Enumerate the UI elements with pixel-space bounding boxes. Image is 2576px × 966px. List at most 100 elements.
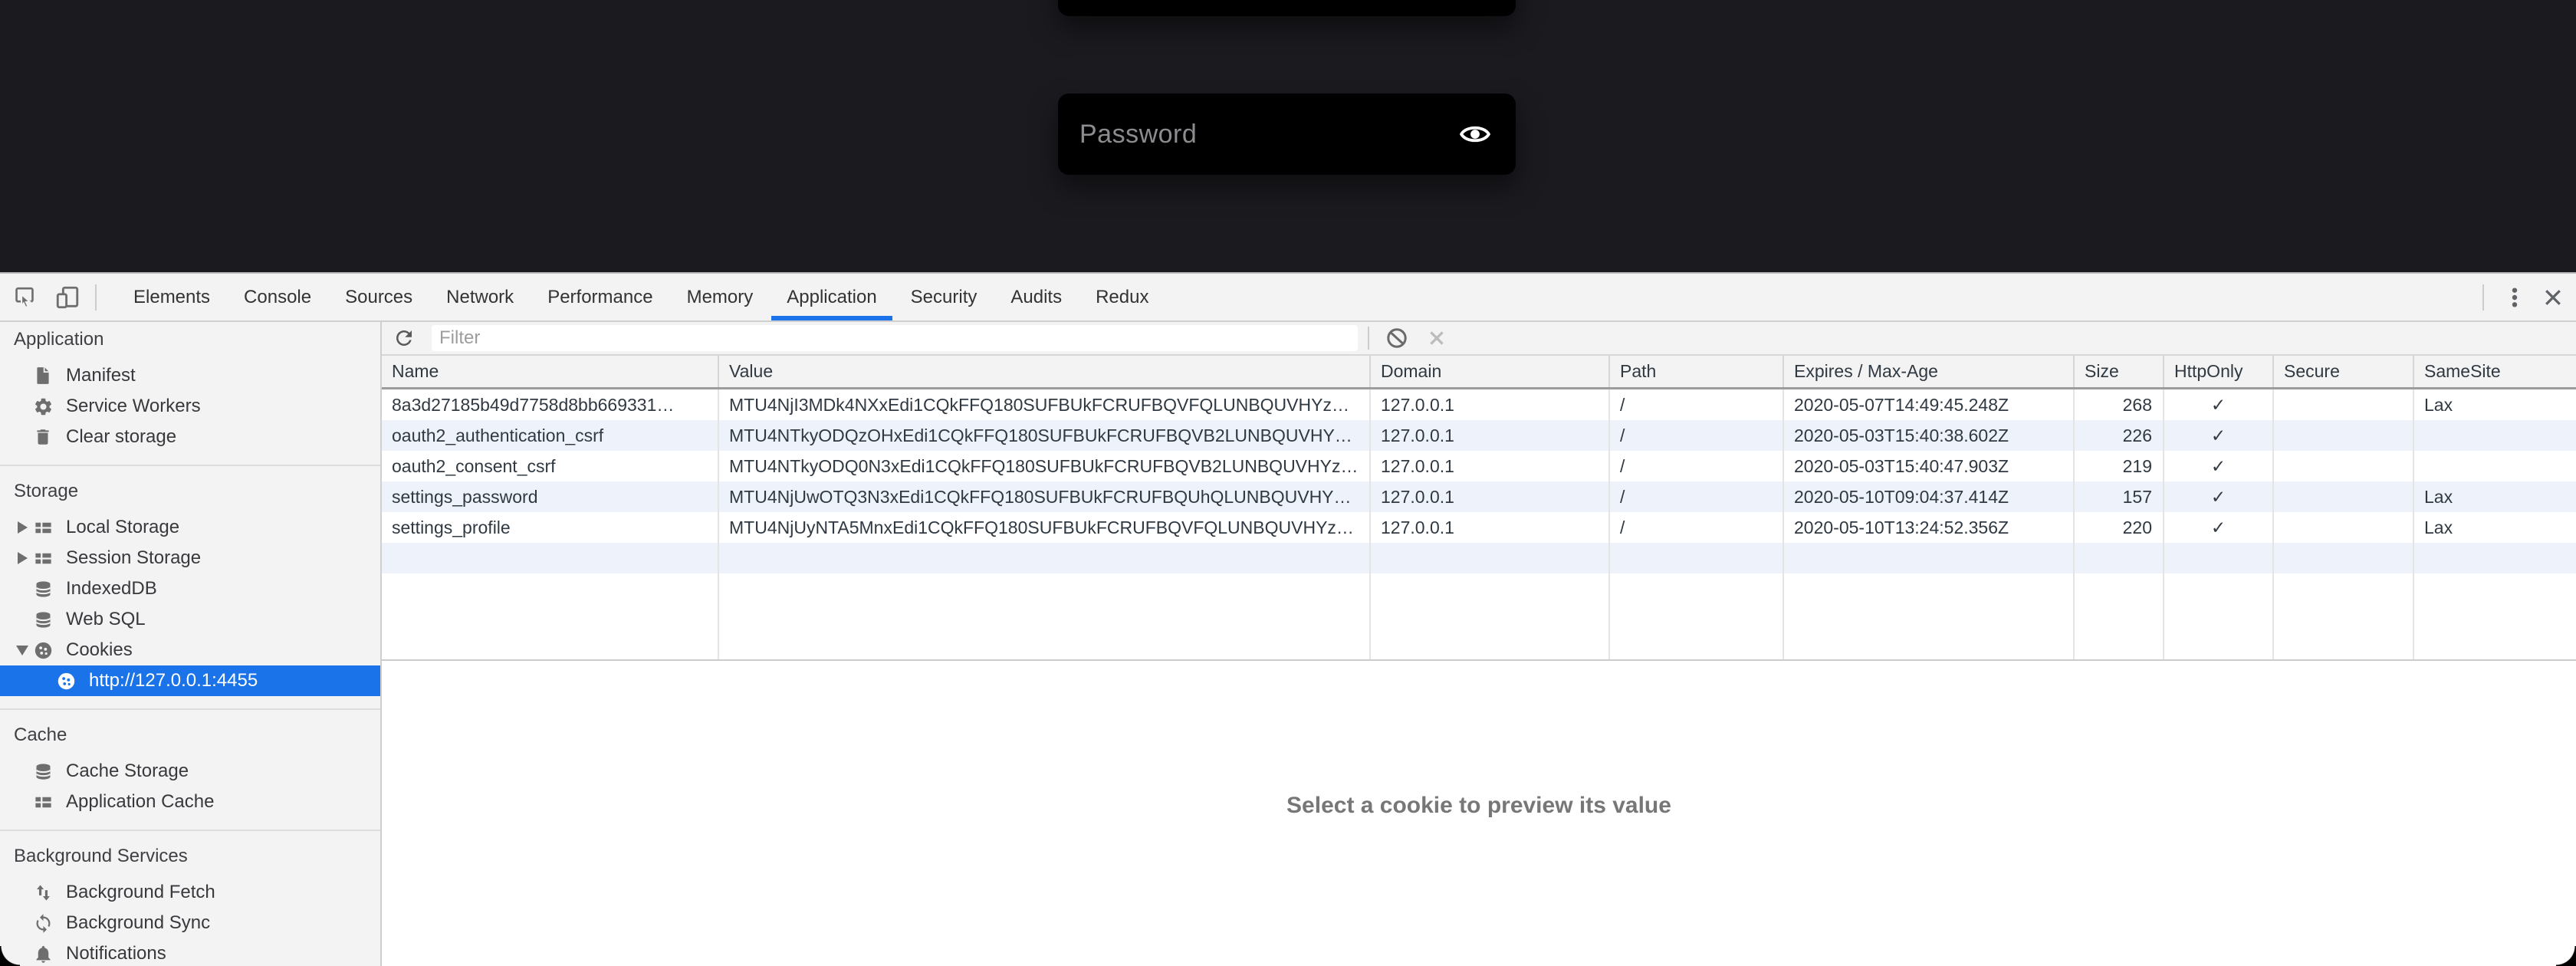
cell-path [1610, 543, 1784, 573]
cell-samesite: Lax [2414, 481, 2574, 512]
cell-samesite: Lax [2414, 512, 2574, 543]
sidebar-item-notifications[interactable]: Notifications [0, 938, 380, 966]
cell-domain: 127.0.0.1 [1371, 420, 1610, 451]
grid-icon [32, 791, 54, 813]
chevron-right-icon[interactable] [12, 521, 32, 534]
cell-name: settings_password [382, 481, 719, 512]
sidebar-item-cache-storage[interactable]: Cache Storage [0, 756, 380, 787]
column-header-httponly[interactable]: HttpOnly [2164, 356, 2274, 387]
inspect-element-icon[interactable] [11, 284, 38, 311]
tabbar-divider [95, 284, 97, 310]
sidebar-item-manifest[interactable]: Manifest [0, 360, 380, 391]
cookie-row-oauth2-authentication-csrf[interactable]: oauth2_authentication_csrfMTU4NTkyODQzOH… [382, 420, 2576, 451]
cell-secure [2274, 389, 2414, 420]
sidebar-item-background-sync[interactable]: Background Sync [0, 908, 380, 938]
sidebar-item-label: Service Workers [66, 396, 201, 417]
sidebar-section-storage: StorageLocal StorageSession StorageIndex… [0, 477, 380, 708]
cell-value: MTU4NTkyODQzOHxEdi1CQkFFQ180SUFBUkFCRUFB… [719, 420, 1371, 451]
cell-path: / [1610, 420, 1784, 451]
column-header-name[interactable]: Name [382, 356, 719, 387]
preview-message: Select a cookie to preview its value [1286, 793, 1671, 966]
tab-security[interactable]: Security [894, 274, 994, 320]
cookie-row-settings-profile[interactable]: settings_profileMTU4NjUyNTA5MnxEdi1CQkFF… [382, 512, 2576, 543]
bell-icon [32, 943, 54, 964]
cell-name: 8a3d27185b49d7758d8bb669331… [382, 389, 719, 420]
device-toolbar-icon[interactable] [54, 284, 81, 311]
sidebar-item-label: Clear storage [66, 426, 176, 448]
close-icon[interactable] [2539, 284, 2567, 311]
clear-filter-x-icon[interactable] [1424, 326, 1449, 350]
column-header-value[interactable]: Value [719, 356, 1371, 387]
tab-elements[interactable]: Elements [117, 274, 227, 320]
cell-value: MTU4NjUwOTQ3N3xEdi1CQkFFQ180SUFBUkFCRUFB… [719, 481, 1371, 512]
refresh-icon[interactable] [392, 326, 416, 350]
sidebar-item-http-127-0-0-1-4455[interactable]: http://127.0.0.1:4455 [0, 665, 380, 696]
sidebar-divider [0, 465, 380, 466]
password-placeholder: Password [1079, 120, 1460, 150]
column-header-size[interactable]: Size [2075, 356, 2164, 387]
clear-all-icon[interactable] [1385, 326, 1409, 350]
sidebar-divider [0, 708, 380, 710]
sidebar-item-cookies[interactable]: Cookies [0, 635, 380, 665]
cell-size: 226 [2075, 420, 2164, 451]
password-field[interactable]: Password [1058, 94, 1516, 175]
cell-samesite [2414, 451, 2574, 481]
sidebar-item-indexeddb[interactable]: IndexedDB [0, 573, 380, 604]
sidebar-item-session-storage[interactable]: Session Storage [0, 543, 380, 573]
cell-expires: 2020-05-07T14:49:45.248Z [1784, 389, 2075, 420]
cookie-row-settings-password[interactable]: settings_passwordMTU4NjUwOTQ3N3xEdi1CQkF… [382, 481, 2576, 512]
tab-sources[interactable]: Sources [328, 274, 429, 320]
sidebar-item-service-workers[interactable]: Service Workers [0, 391, 380, 422]
password-visibility-icon[interactable] [1460, 122, 1490, 146]
cookie-row-8a3d27185b49d7758d8bb669331[interactable]: 8a3d27185b49d7758d8bb669331…MTU4NjI3MDk4… [382, 389, 2576, 420]
tab-performance[interactable]: Performance [531, 274, 669, 320]
cell-httponly: ✓ [2164, 420, 2274, 451]
cookie-table-empty-row[interactable] [382, 543, 2576, 573]
sidebar-item-label: IndexedDB [66, 578, 157, 600]
column-header-samesite[interactable]: SameSite [2414, 356, 2574, 387]
database-icon [32, 609, 54, 630]
sidebar-item-clear-storage[interactable]: Clear storage [0, 422, 380, 452]
cell-httponly: ✓ [2164, 389, 2274, 420]
cell-domain [1371, 543, 1610, 573]
sidebar-item-label: Session Storage [66, 547, 201, 569]
sidebar-item-label: Background Fetch [66, 882, 215, 903]
cell-secure [2274, 481, 2414, 512]
sidebar-item-label: Cookies [66, 639, 133, 661]
column-header-secure[interactable]: Secure [2274, 356, 2414, 387]
cell-domain: 127.0.0.1 [1371, 481, 1610, 512]
cell-path: / [1610, 389, 1784, 420]
devtools-panel: ElementsConsoleSourcesNetworkPerformance… [0, 274, 2576, 966]
sidebar-section-title: Background Services [0, 842, 380, 871]
chevron-down-icon[interactable] [12, 646, 32, 656]
cell-expires: 2020-05-10T09:04:37.414Z [1784, 481, 2075, 512]
sidebar-item-web-sql[interactable]: Web SQL [0, 604, 380, 635]
chevron-right-icon[interactable] [12, 552, 32, 564]
tab-audits[interactable]: Audits [994, 274, 1079, 320]
cell-name: oauth2_consent_csrf [382, 451, 719, 481]
sidebar-section-background-services: Background Services Background Fetch Backg… [0, 842, 380, 966]
column-header-expires-max-age[interactable]: Expires / Max-Age [1784, 356, 2075, 387]
filter-input[interactable] [432, 325, 1358, 351]
sidebar-item-application-cache[interactable]: Application Cache [0, 787, 380, 817]
grid-icon [32, 547, 54, 569]
cookie-table-header: NameValueDomainPathExpires / Max-AgeSize… [382, 356, 2576, 389]
tab-redux[interactable]: Redux [1079, 274, 1165, 320]
tab-memory[interactable]: Memory [670, 274, 770, 320]
sidebar-item-local-storage[interactable]: Local Storage [0, 512, 380, 543]
column-header-path[interactable]: Path [1610, 356, 1784, 387]
tab-console[interactable]: Console [227, 274, 328, 320]
database-icon [32, 578, 54, 600]
filler-cell [2414, 573, 2574, 659]
filler-cell [2164, 573, 2274, 659]
cookie-row-oauth2-consent-csrf[interactable]: oauth2_consent_csrfMTU4NTkyODQ0N3xEdi1CQ… [382, 451, 2576, 481]
cell-value: MTU4NjI3MDk4NXxEdi1CQkFFQ180SUFBUkFCRUFB… [719, 389, 1371, 420]
sidebar-item-background-fetch[interactable]: Background Fetch [0, 877, 380, 908]
cell-value: MTU4NTkyODQ0N3xEdi1CQkFFQ180SUFBUkFCRUFB… [719, 451, 1371, 481]
form-field-partial[interactable] [1058, 0, 1516, 16]
kebab-menu-icon[interactable] [2501, 284, 2528, 311]
cell-httponly: ✓ [2164, 481, 2274, 512]
column-header-domain[interactable]: Domain [1371, 356, 1610, 387]
tab-network[interactable]: Network [429, 274, 531, 320]
tab-application[interactable]: Application [770, 274, 893, 320]
